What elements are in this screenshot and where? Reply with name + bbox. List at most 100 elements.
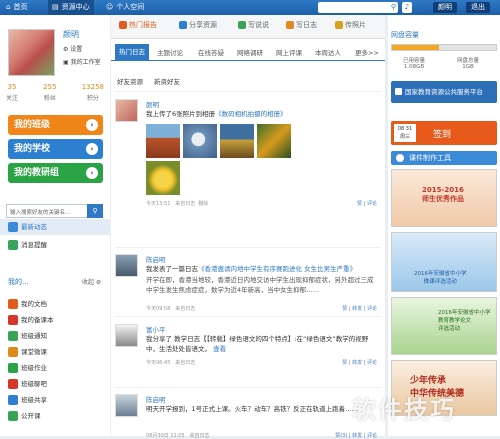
post-actions[interactable]: 赞 | 转发 | 评论 xyxy=(342,359,377,366)
post-actions[interactable]: 赞 | 转发 | 评论 xyxy=(342,305,377,312)
arrow-right-icon: › xyxy=(86,167,98,179)
menu-my-documents[interactable]: 我的文档 xyxy=(0,296,110,312)
platform-banner[interactable]: 国家教育资源公共服务平台 xyxy=(391,81,497,103)
divider xyxy=(115,316,381,317)
tab-hot-reports[interactable]: 热门报告 xyxy=(119,20,157,30)
tab-share-resource[interactable]: 分享资源 xyxy=(179,20,217,30)
share-icon xyxy=(179,21,187,29)
avatar[interactable] xyxy=(8,29,55,76)
stat-fans[interactable]: 255 粉丝 xyxy=(43,83,56,102)
tab-upload-photo[interactable]: 传照片 xyxy=(335,20,366,30)
search-icon[interactable]: ⚲ xyxy=(87,204,103,218)
post-link[interactable]: 《香港邀请内地中学生有序赛跑进化 女生比男生严重》 xyxy=(198,265,356,273)
menu-latest-activity[interactable]: 最新动态 xyxy=(0,219,110,235)
my-studio-link[interactable]: ▣ 我的工作室 xyxy=(63,57,101,66)
document-icon xyxy=(8,299,18,309)
nav-resource-center[interactable]: ▤ 资源中心 xyxy=(48,0,94,15)
avatar[interactable] xyxy=(115,324,138,347)
collapse-modules-button[interactable]: 收起 ⚙ xyxy=(82,277,101,286)
post-author[interactable]: 富小平 xyxy=(146,324,166,334)
subtab-online-qa[interactable]: 在线答疑 xyxy=(198,46,224,61)
stat-follow[interactable]: 35 关注 xyxy=(6,83,18,102)
menu-class-share[interactable]: 班级共享 xyxy=(0,392,110,408)
feed-sub-tabs: 热门日志 主题讨论 在线答疑 网络调研 网上评课 本周达人 更多>> xyxy=(111,44,385,61)
post-link[interactable]: 《数码相机拍摄的相册》 xyxy=(215,110,287,118)
storage-total: 网盘总量 1GB xyxy=(456,58,479,70)
post-actions[interactable]: 赞 | 评论 xyxy=(357,200,377,207)
photo-thumbnail[interactable] xyxy=(183,124,217,158)
ad-banner-paper[interactable]: 2016年安徽省中小学 教育教学论文 评选活动 xyxy=(391,297,497,355)
post-body: 开学在即，香港当地较，香港近日内地交访中学生出现抑郁症状，另外超过三成中学生发生… xyxy=(146,276,374,294)
post-meta: 今天06:45 来自日志 xyxy=(146,360,196,366)
profile-name[interactable]: 颜明 xyxy=(63,29,79,40)
filter-new-friends[interactable]: 新资好友 xyxy=(154,76,180,86)
friend-search-input[interactable]: 输入搜索好友的关键名... ⚲ xyxy=(6,204,103,218)
menu-my-lesson-plans[interactable]: 我的备课本 xyxy=(0,312,110,328)
user-menu-button[interactable]: 颜明 xyxy=(433,2,457,13)
photo-thumbnail[interactable] xyxy=(146,161,180,195)
storage-used: 已用容量 1.08GB xyxy=(402,58,425,70)
avatar[interactable] xyxy=(115,254,138,277)
tab-write-post[interactable]: 写说说 xyxy=(238,20,269,30)
menu-class-homework[interactable]: 班级作业 xyxy=(0,360,110,376)
left-sidebar: 颜明 ⚙ 设置 ▣ 我的工作室 35 关注 255 粉丝 13258 积分 我的班级 ›… xyxy=(0,15,110,436)
photo-thumbnail[interactable] xyxy=(257,124,291,158)
compose-tabs: 热门报告 分享资源 写说说 写日志 传照片 xyxy=(111,15,385,39)
watermark: 软件技巧 xyxy=(352,396,456,424)
storage-progress-fill xyxy=(392,45,439,50)
avatar[interactable] xyxy=(115,394,138,417)
menu-message-alerts[interactable]: 消息提醒 xyxy=(0,237,110,253)
logout-button[interactable]: 退出 xyxy=(466,2,490,13)
menu-micro-lessons[interactable]: 课堂微课 xyxy=(0,344,110,360)
fire-icon xyxy=(119,21,127,29)
subtab-hot-logs[interactable]: 热门日志 xyxy=(115,44,149,61)
subtab-online-survey[interactable]: 网络调研 xyxy=(237,46,263,61)
subtab-topic-discussion[interactable]: 主题讨论 xyxy=(157,46,183,61)
menu-class-chat[interactable]: 班级聊吧 xyxy=(0,376,110,392)
search-icon: ⚲ xyxy=(390,3,396,11)
post-author[interactable]: 陈启明 xyxy=(146,394,166,404)
notebook-icon xyxy=(8,315,18,325)
top-search-input[interactable]: ⚲ xyxy=(318,2,398,13)
post-text: 明天开学报到，1号正式上课。火车？动车？高铁？反正在轨道上跑着…… xyxy=(146,405,359,413)
folder-icon: ▤ xyxy=(52,3,59,11)
homework-icon xyxy=(8,363,18,373)
bell-icon[interactable]: ♪ xyxy=(402,2,412,13)
my-school-button[interactable]: 我的学校 › xyxy=(8,139,103,159)
menu-class-notices[interactable]: 班级通知 xyxy=(0,328,110,344)
sign-in-button[interactable]: 08 31 周三 签到 xyxy=(391,121,497,145)
my-research-group-button[interactable]: 我的教研组 › xyxy=(8,163,103,183)
message-icon xyxy=(8,240,18,250)
calendar-date: 08 31 周三 xyxy=(394,124,416,142)
subtab-more[interactable]: 更多>> xyxy=(355,46,379,61)
pencil-icon xyxy=(286,21,294,29)
view-link[interactable]: 查看 xyxy=(213,345,226,353)
ad-banner-works[interactable]: 2015-2016 师生优秀作品 xyxy=(391,169,497,227)
nav-home[interactable]: ⌂ 首页 xyxy=(6,0,27,15)
avatar[interactable] xyxy=(115,99,138,122)
post-author[interactable]: 颜明 xyxy=(146,99,159,109)
stat-points[interactable]: 13258 积分 xyxy=(82,83,104,102)
photo-thumbnail[interactable] xyxy=(220,124,254,158)
subtab-weekly-expert[interactable]: 本周达人 xyxy=(315,46,341,61)
arrow-right-icon: › xyxy=(86,143,98,155)
my-modules-title: 我的... xyxy=(8,278,29,286)
menu-open-class[interactable]: 公开课 xyxy=(0,408,110,424)
settings-link[interactable]: ⚙ 设置 xyxy=(63,44,82,53)
tab-write-log[interactable]: 写日志 xyxy=(286,20,317,30)
filter-friend-resources[interactable]: 好友资源 xyxy=(117,76,143,86)
share-icon xyxy=(8,395,18,405)
ad-banner-microlesson[interactable]: 2016年安徽省中小学 微课评选活动 xyxy=(391,232,497,292)
divider xyxy=(115,387,381,388)
my-class-button[interactable]: 我的班级 › xyxy=(8,115,103,135)
delete-link[interactable]: 删除 xyxy=(198,201,208,207)
flag-icon xyxy=(395,88,402,95)
news-icon xyxy=(8,222,18,232)
courseware-tool-button[interactable]: 课件制作工具 xyxy=(391,151,497,165)
post-meta: 今天13:51 来自日志 删除 xyxy=(146,201,209,207)
subtab-online-review[interactable]: 网上评课 xyxy=(276,46,302,61)
photo-thumbnail[interactable] xyxy=(146,124,180,158)
nav-personal-space[interactable]: ☺ 个人空间 xyxy=(106,0,144,15)
post-author[interactable]: 陈启明 xyxy=(146,254,166,264)
video-icon xyxy=(8,347,18,357)
